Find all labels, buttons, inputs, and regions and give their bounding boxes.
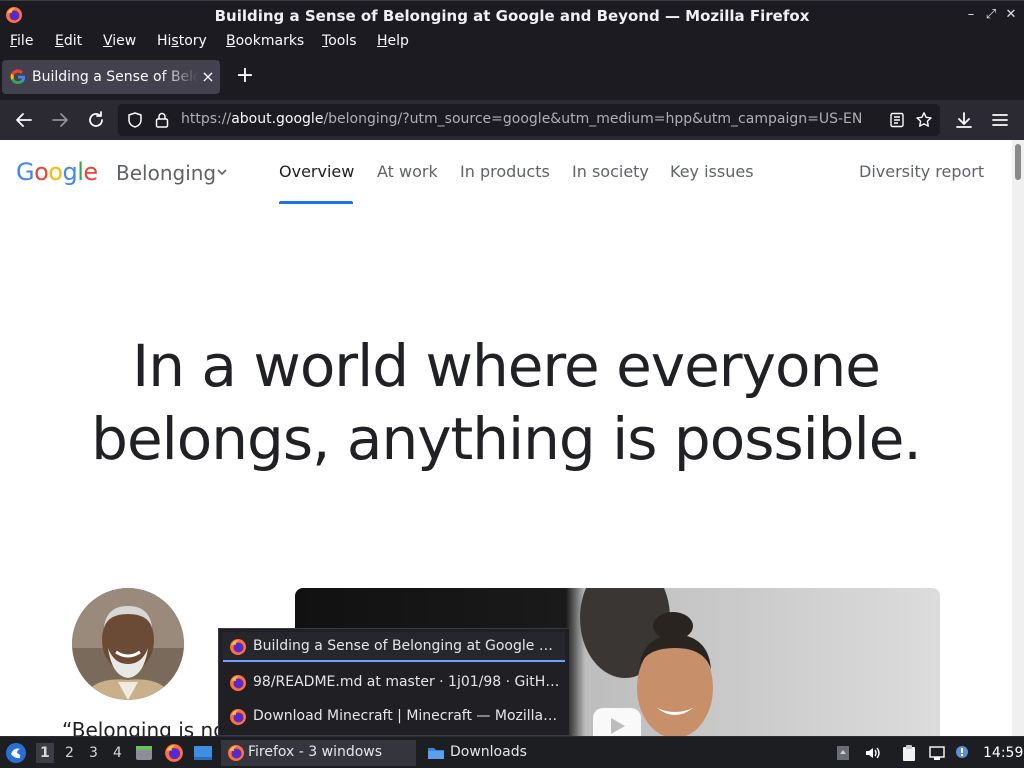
tab-belonging[interactable]: Building a Sense of Belonging at Google …: [2, 60, 220, 94]
active-nav-indicator: [279, 201, 353, 204]
workspace-4[interactable]: 4: [113, 745, 122, 761]
tab-strip: Building a Sense of Belonging at Google …: [0, 54, 1024, 100]
reader-view-icon[interactable]: [889, 112, 905, 128]
google-g-icon: [10, 69, 25, 85]
folder-icon: [428, 748, 444, 759]
volume-icon[interactable]: [863, 744, 881, 762]
scrollbar-thumb[interactable]: [1015, 144, 1021, 180]
clock: 14:59: [983, 745, 1024, 761]
chevron-down-icon[interactable]: [216, 167, 228, 177]
menu-help[interactable]: Help: [377, 33, 409, 49]
tray-app-icon[interactable]: [834, 744, 852, 762]
menu-bar: File Edit View History Bookmarks Tools H…: [0, 29, 1024, 54]
nav-in-products[interactable]: In products: [460, 162, 550, 181]
portrait-image: [72, 588, 184, 700]
notification-icon[interactable]: [953, 744, 971, 762]
window-list-item[interactable]: Building a Sense of Belonging at Google …: [223, 632, 565, 662]
nav-overview[interactable]: Overview: [279, 162, 354, 181]
taskbar-downloads[interactable]: Downloads: [421, 740, 571, 766]
nav-key-issues[interactable]: Key issues: [670, 162, 754, 181]
nav-in-society[interactable]: In society: [572, 162, 649, 181]
workspace-2[interactable]: 2: [65, 745, 74, 761]
firefox-icon: [230, 639, 246, 655]
menu-view[interactable]: View: [103, 33, 136, 49]
downloads-icon[interactable]: [952, 108, 976, 132]
workspace-3[interactable]: 3: [89, 745, 98, 761]
taskbar-firefox[interactable]: Firefox - 3 windows: [221, 740, 416, 766]
hamburger-menu-icon[interactable]: [988, 108, 1012, 132]
nav-toolbar: https://about.google/belonging/?utm_sour…: [0, 100, 1024, 140]
back-icon[interactable]: [12, 108, 36, 132]
menu-edit[interactable]: Edit: [55, 33, 82, 49]
taskbar: 1 2 3 4 Firefox - 3 windows Downloads 14…: [0, 736, 1024, 768]
desktop-icon[interactable]: [193, 743, 213, 763]
workspace-1[interactable]: 1: [36, 743, 54, 763]
hero-heading: In a world where everyone belongs, anyth…: [91, 332, 922, 473]
close-window-icon[interactable]: ✕: [1003, 6, 1019, 24]
menu-history[interactable]: History: [157, 33, 207, 49]
url-text[interactable]: https://about.google/belonging/?utm_sour…: [181, 111, 862, 127]
reload-icon[interactable]: [84, 108, 108, 132]
new-tab-button[interactable]: +: [234, 65, 256, 87]
firefox-icon: [228, 745, 244, 761]
network-icon[interactable]: [928, 744, 946, 762]
minimize-icon[interactable]: –: [963, 6, 979, 24]
url-bar[interactable]: https://about.google/belonging/?utm_sour…: [118, 104, 940, 136]
quote-text: “Belonging is not: [62, 718, 234, 736]
clipboard-icon[interactable]: [900, 744, 918, 762]
belonging-menu[interactable]: Belonging: [116, 161, 216, 185]
file-manager-icon[interactable]: [134, 743, 154, 763]
window-list-popup: Building a Sense of Belonging at Google …: [218, 628, 570, 736]
forward-icon[interactable]: [48, 108, 72, 132]
start-menu-icon[interactable]: [5, 742, 27, 764]
shield-icon[interactable]: [126, 111, 144, 129]
avatar: [72, 588, 184, 700]
menu-tools[interactable]: Tools: [322, 33, 357, 49]
window-list-item[interactable]: 98/README.md at master · 1j01/98 · GitHu…: [223, 668, 565, 698]
lock-icon[interactable]: [154, 111, 170, 129]
google-logo[interactable]: Google: [16, 158, 98, 186]
firefox-launcher-icon[interactable]: [164, 743, 184, 763]
window-title: Building a Sense of Belonging at Google …: [214, 7, 810, 25]
firefox-icon: [230, 675, 246, 691]
firefox-icon: [230, 709, 246, 725]
window-list-item[interactable]: Download Minecraft | Minecraft — Mozilla…: [223, 702, 565, 732]
title-bar: Building a Sense of Belonging at Google …: [0, 0, 1024, 29]
close-tab-icon[interactable]: ×: [200, 67, 216, 86]
maximize-icon[interactable]: ⤢: [983, 6, 999, 24]
page-scrollbar[interactable]: [1012, 140, 1024, 736]
nav-at-work[interactable]: At work: [377, 162, 438, 181]
bookmark-star-icon[interactable]: [915, 111, 933, 129]
menu-file[interactable]: File: [10, 33, 33, 49]
firefox-window: Building a Sense of Belonging at Google …: [0, 0, 1024, 736]
menu-bookmarks[interactable]: Bookmarks: [226, 33, 304, 49]
diversity-report-link[interactable]: Diversity report: [859, 162, 984, 181]
